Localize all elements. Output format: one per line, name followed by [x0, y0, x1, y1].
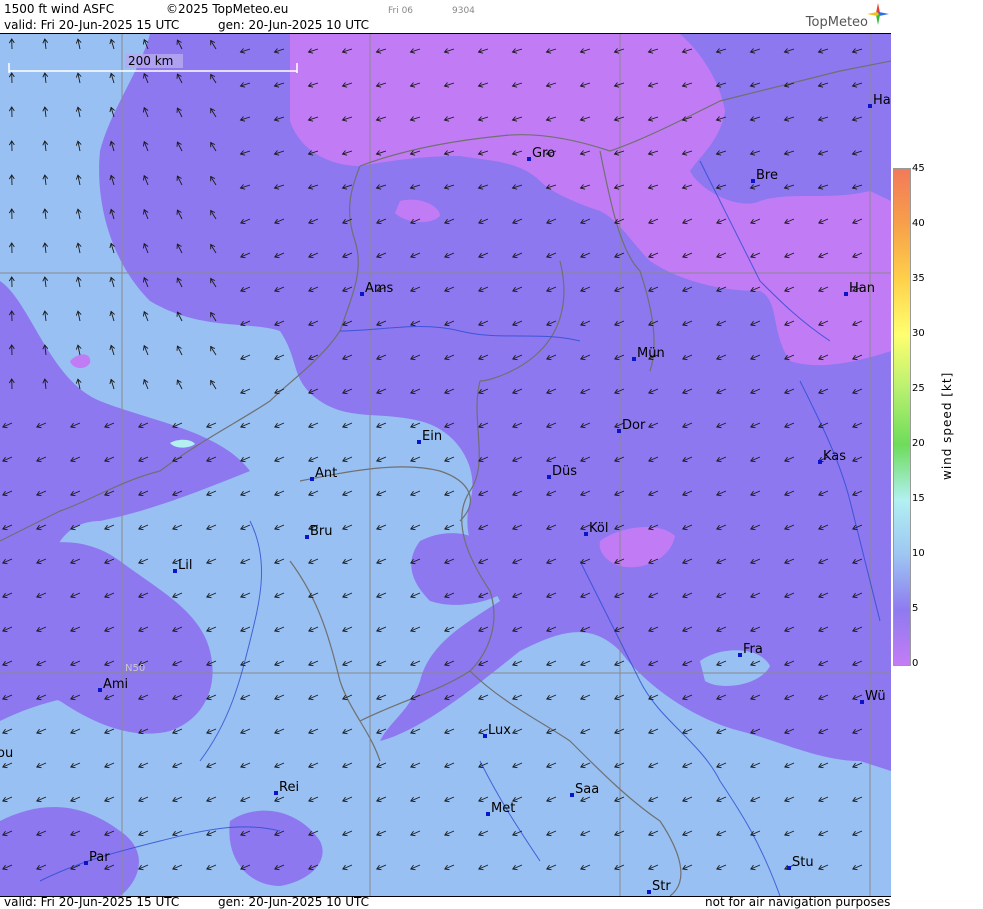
city-label: Ein: [422, 429, 442, 444]
legend-tick-label: 20: [912, 438, 925, 449]
city-marker: [310, 477, 314, 481]
city-marker: [486, 812, 490, 816]
city-marker: [584, 532, 588, 536]
city-marker: [483, 734, 487, 738]
legend-band: [894, 554, 910, 611]
legend-band: [894, 499, 910, 556]
city-marker: [738, 653, 742, 657]
city-label: Han: [849, 281, 875, 296]
city-label: Par: [89, 850, 110, 865]
city-marker: [787, 866, 791, 870]
city-marker: [860, 700, 864, 704]
legend-tick-label: 45: [912, 163, 925, 174]
legend-tick-label: 35: [912, 273, 925, 284]
city-marker: [547, 475, 551, 479]
city-label: Köl: [589, 521, 608, 536]
legend-tick-label: 10: [912, 548, 925, 559]
city-label: Bru: [310, 524, 333, 539]
legend-tick-label: 5: [912, 603, 919, 614]
legend-band: [894, 609, 910, 666]
city-label: Düs: [552, 464, 577, 479]
city-label: Mün: [637, 346, 665, 361]
city-marker: [844, 292, 848, 296]
wind-map[interactable]: 200 km N50 Gro Bre Ha Ams Han Mün Dor Ein Kas Ant…: [0, 33, 891, 897]
city-marker: [84, 861, 88, 865]
city-marker: [632, 357, 636, 361]
legend-band: [894, 224, 910, 280]
city-label: Rei: [279, 780, 299, 795]
map-title: 1500 ft wind ASFC: [4, 2, 115, 16]
city-label: Lux: [488, 723, 511, 738]
city-label: Stu: [792, 855, 814, 870]
legend-axis-label: wind speed [kt]: [940, 371, 954, 480]
compass-logo-icon: [867, 3, 889, 25]
legend-band: [894, 444, 910, 501]
city-marker: [617, 429, 621, 433]
legend-tick-label: 0: [912, 658, 919, 669]
legend-band: [894, 389, 910, 446]
city-label: Saa: [575, 782, 599, 797]
city-marker: [868, 104, 872, 108]
footer-generated-time: gen: 20-Jun-2025 10 UTC: [218, 895, 370, 909]
legend-band: [894, 334, 910, 390]
city-marker: [98, 688, 102, 692]
legend-band: [894, 279, 910, 335]
latitude-label: N50: [125, 663, 145, 674]
city-label: Str: [652, 879, 671, 894]
city-label: Ant: [315, 466, 337, 481]
valid-time: valid: Fri 20-Jun-2025 15 UTC: [4, 18, 180, 32]
generated-time: gen: 20-Jun-2025 10 UTC: [218, 18, 370, 32]
city-marker: [417, 440, 421, 444]
city-label: Ams: [365, 281, 394, 296]
legend-tick-label: 40: [912, 218, 925, 229]
legend-tick-label: 30: [912, 328, 925, 339]
city-marker: [173, 569, 177, 573]
disclaimer-text: not for air navigation purposes: [705, 895, 891, 909]
city-marker: [570, 793, 574, 797]
run-code: 9304: [452, 6, 475, 16]
wind-speed-legend: [893, 168, 911, 666]
city-label: Gro: [532, 146, 555, 161]
frame-label: Fri 06: [388, 6, 414, 16]
city-marker: [305, 535, 309, 539]
copyright-text: ©2025 TopMeteo.eu: [166, 2, 289, 16]
city-label: Wü: [865, 689, 886, 704]
city-label: Ami: [103, 677, 128, 692]
city-marker: [751, 179, 755, 183]
city-marker: [818, 460, 822, 464]
city-marker: [647, 890, 651, 894]
city-label: Dor: [622, 418, 646, 433]
city-label: Kas: [823, 449, 846, 464]
footer-valid-time: valid: Fri 20-Jun-2025 15 UTC: [4, 895, 180, 909]
legend-tick-label: 15: [912, 493, 925, 504]
city-marker: [360, 292, 364, 296]
city-label: Ha: [873, 93, 891, 108]
legend-band: [894, 169, 910, 225]
city-label: Fra: [743, 642, 763, 657]
city-label: Met: [491, 801, 515, 816]
brand-logo-text: TopMeteo: [805, 15, 868, 30]
city-marker: [527, 157, 531, 161]
legend-tick-label: 25: [912, 383, 925, 394]
city-label: Lil: [178, 558, 192, 573]
scale-label: 200 km: [128, 54, 173, 68]
city-label: ou: [0, 746, 13, 761]
city-label: Bre: [756, 168, 778, 183]
city-marker: [274, 791, 278, 795]
